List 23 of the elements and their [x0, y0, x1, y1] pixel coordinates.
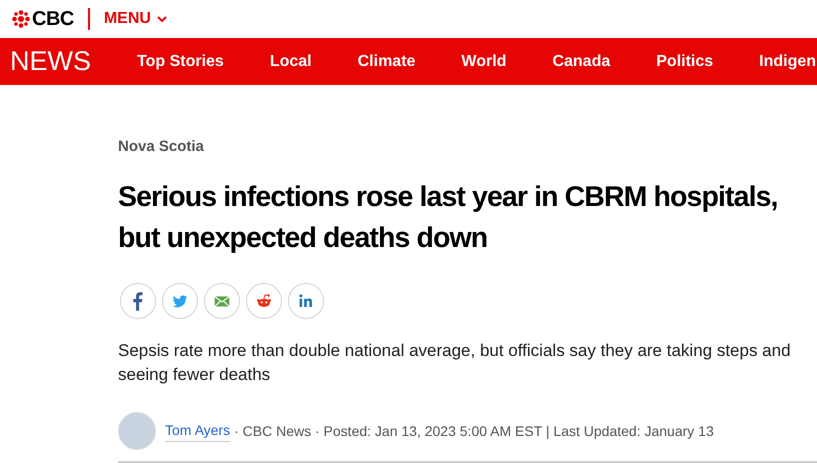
logo-text[interactable]: CBC [32, 4, 74, 34]
share-button[interactable] [204, 283, 240, 319]
share-button[interactable] [246, 283, 282, 319]
nav-link[interactable]: Indigen [759, 50, 816, 74]
nav-link[interactable]: Climate [358, 50, 416, 74]
headline: Serious infections rose last year in CBRM hospitals, but unexpected deaths down [118, 180, 779, 256]
author-link[interactable]: Tom Ayers [165, 420, 230, 442]
share-button[interactable] [120, 283, 156, 319]
nav-link[interactable]: World [461, 50, 506, 74]
nav-link[interactable]: Local [270, 50, 312, 74]
nav-link[interactable]: Top Stories [137, 50, 224, 74]
byline-details: · CBC News · Posted: Jan 13, 2023 5:00 AM EST | Last Updated: January 13 [234, 422, 714, 441]
section-title[interactable]: NEWS [0, 41, 137, 82]
chevron-down-icon [156, 16, 167, 22]
author-avatar [118, 412, 156, 450]
article-subtitle: Sepsis rate more than double national average, but officials say they are taking steps and seeing fewer deaths [118, 340, 792, 386]
nav-link[interactable]: Canada [552, 50, 610, 74]
section-label[interactable]: Nova Scotia [118, 136, 817, 156]
facebook-icon [133, 292, 143, 310]
nav-link[interactable]: Politics [656, 50, 714, 74]
menu-button[interactable]: MENU [104, 7, 167, 31]
share-button[interactable] [288, 283, 324, 319]
cbc-gem-icon [12, 10, 30, 28]
